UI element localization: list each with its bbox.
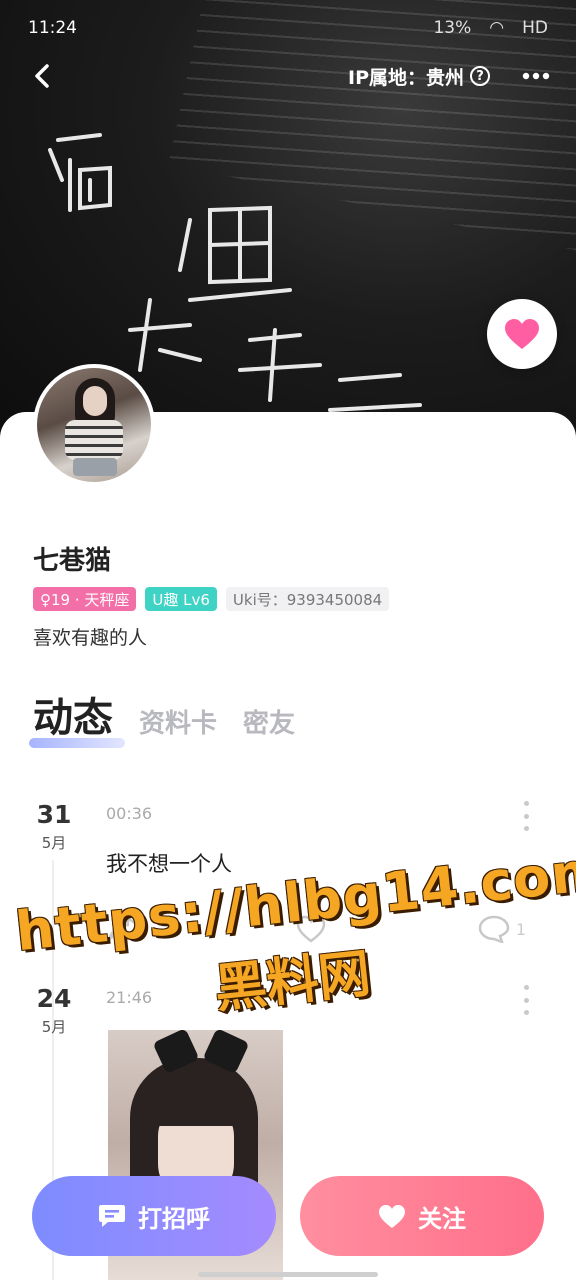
profile-tags: ♀19 · 天秤座 U趣 Lv6 Uki号：9393450084: [33, 587, 390, 611]
like-outline-icon[interactable]: [296, 915, 326, 943]
home-indicator[interactable]: [198, 1272, 378, 1277]
post-time: 00:36: [106, 804, 153, 823]
post-actions: 1: [106, 914, 526, 944]
ip-location: IP属地：贵州 ?: [348, 63, 490, 90]
heart-icon: [505, 319, 539, 349]
post-time: 21:46: [106, 988, 153, 1007]
greet-button-label: 打招呼: [138, 1204, 210, 1233]
post-month: 5月: [41, 1018, 67, 1036]
follow-button[interactable]: 关注: [300, 1176, 544, 1256]
post-menu-button[interactable]: [516, 801, 536, 831]
nickname: 七巷猫: [33, 546, 112, 576]
greet-button[interactable]: 打招呼: [32, 1176, 276, 1256]
heart-icon: [379, 1204, 405, 1228]
more-options-button[interactable]: [516, 56, 556, 96]
uki-id-badge[interactable]: Uki号：9393450084: [225, 587, 390, 611]
network-type: HD: [522, 18, 548, 38]
age-constellation-badge: ♀19 · 天秤座: [33, 587, 137, 611]
profile-tabs: 动态 资料卡 密友: [29, 696, 295, 748]
back-button[interactable]: [20, 54, 64, 98]
comment-count: 1: [515, 919, 526, 939]
follow-button-label: 关注: [418, 1204, 466, 1233]
battery-level: 13%: [433, 18, 472, 38]
wifi-icon: ◠: [489, 18, 505, 38]
ip-location-label: IP属地：贵州: [348, 66, 464, 89]
bio-text: 喜欢有趣的人: [33, 627, 148, 649]
chat-icon: [99, 1205, 125, 1227]
share-icon[interactable]: [106, 914, 144, 944]
like-button[interactable]: [487, 299, 557, 369]
post-day: 24: [36, 984, 72, 1013]
post-text: 我不想一个人: [106, 852, 232, 876]
avatar-photo: [37, 368, 151, 482]
more-dots-icon: [522, 72, 550, 80]
top-nav-bar: IP属地：贵州 ?: [0, 48, 576, 104]
avatar[interactable]: [33, 364, 155, 486]
post-menu-button[interactable]: [516, 985, 536, 1015]
tab-moments[interactable]: 动态: [29, 696, 125, 748]
level-badge: U趣 Lv6: [145, 587, 217, 611]
tab-profile-card[interactable]: 资料卡: [139, 703, 217, 740]
post-day: 31: [36, 800, 72, 829]
help-icon[interactable]: ?: [470, 66, 490, 86]
chevron-left-icon: [35, 64, 49, 88]
post-month: 5月: [41, 834, 67, 852]
status-time: 11:24: [28, 18, 77, 38]
tab-close-friends[interactable]: 密友: [243, 703, 295, 740]
comment-icon[interactable]: [478, 915, 510, 943]
